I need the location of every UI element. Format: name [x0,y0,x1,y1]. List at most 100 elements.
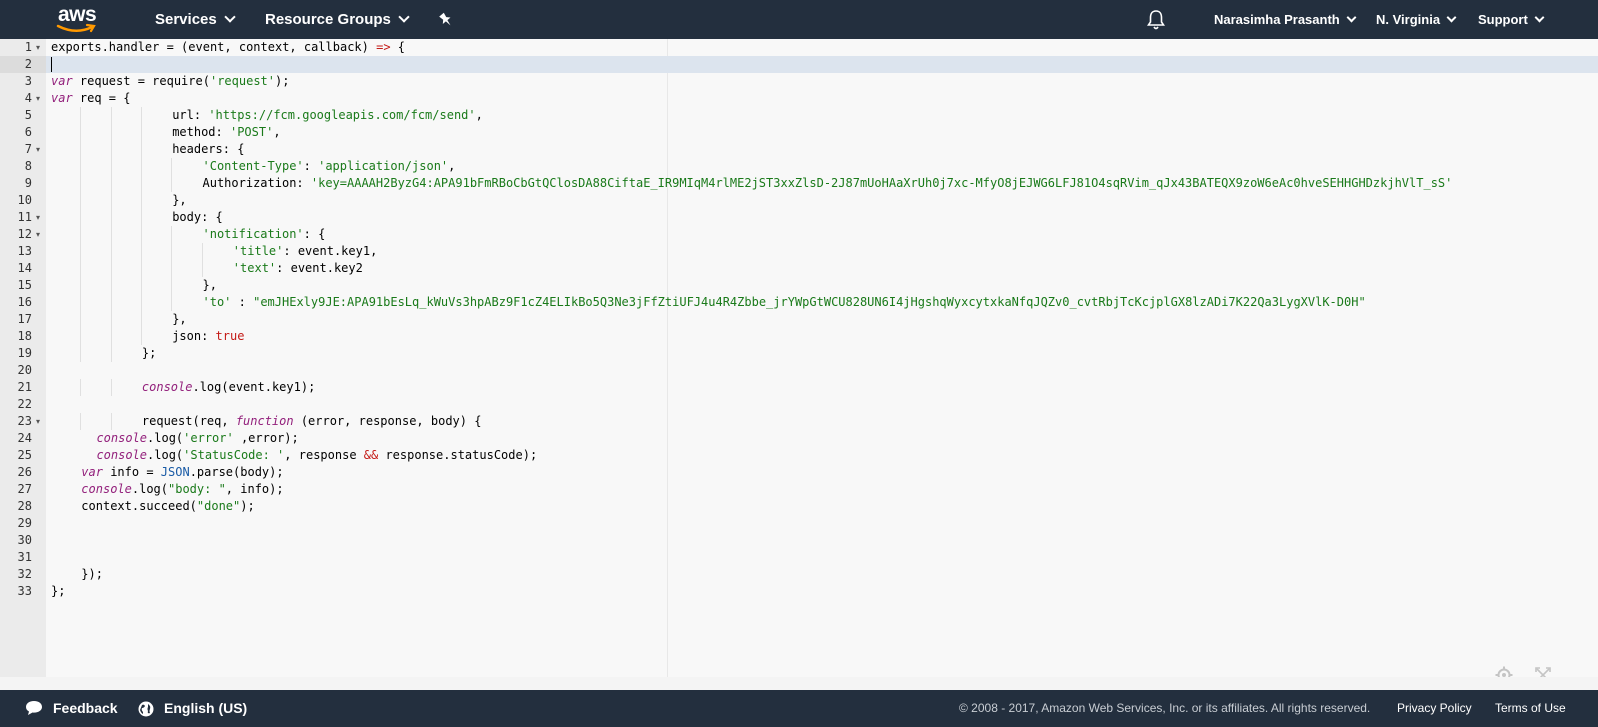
code-line[interactable]: 27 console.log("body: ", info); [0,481,1598,498]
line-number: 9 [24,176,32,190]
indent-guide [201,243,203,260]
bell-icon[interactable] [1146,9,1166,31]
code-text: console.log('error' ,error); [96,431,299,445]
code-text: 'text': event.key2 [232,261,363,275]
terms-of-use-link[interactable]: Terms of Use [1495,690,1566,727]
line-number: 30 [17,533,32,547]
code-text: Authorization: 'key=AAAAH2ByzG4:APA91bFm… [202,176,1453,190]
code-line[interactable]: 18 json: true [0,328,1598,345]
code-line[interactable]: 22 [0,396,1598,413]
indent-guide [140,243,142,260]
code-line[interactable]: 9 Authorization: 'key=AAAAH2ByzG4:APA91bF… [0,175,1598,192]
fold-toggle-icon[interactable]: ▾ [36,209,44,226]
code-editor[interactable]: 1 ▾ exports.handler = (event, context, cal… [0,39,1598,677]
code-line[interactable]: 24 console.log('error' ,error); [0,430,1598,447]
indent-guide [110,192,112,209]
fold-toggle-icon[interactable]: ▾ [36,90,44,107]
support-menu[interactable]: Support [1478,0,1545,39]
code-text: }); [81,567,103,581]
indent-guide [171,158,173,175]
resource-groups-menu[interactable]: Resource Groups [265,0,410,39]
code-text: console.log(event.key1); [141,380,316,394]
code-line[interactable]: 6 method: 'POST', [0,124,1598,141]
code-text: }, [172,312,187,326]
code-line[interactable]: 30 [0,532,1598,549]
code-line[interactable]: 28 context.succeed("done"); [0,498,1598,515]
code-line[interactable]: 33}; [0,583,1598,600]
code-line[interactable]: 7 ▾ headers: { [0,141,1598,158]
line-number: 2 [24,57,32,71]
code-text: var request = require('request'); [51,74,290,88]
code-line[interactable]: 16 'to' : "emJHExly9JE:APA91bEsLq_kWuVs3h… [0,294,1598,311]
account-menu[interactable]: Narasimha Prasanth [1214,0,1357,39]
code-text: 'title': event.key1, [232,244,378,258]
code-text: }, [172,193,187,207]
indent-guide [171,260,173,277]
feedback-button[interactable]: Feedback [25,690,118,727]
indent-guide [80,124,82,141]
line-number: 17 [17,312,32,326]
line-number: 23 [17,414,32,428]
code-line[interactable]: 15}, [0,277,1598,294]
indent-guide [80,277,82,294]
indent-guide [140,294,142,311]
code-line[interactable]: 11 ▾ body: { [0,209,1598,226]
indent-guide [80,226,82,243]
code-line[interactable]: 19}; [0,345,1598,362]
line-number: 4 [24,91,32,105]
code-line[interactable]: 3 var request = require('request'); [0,73,1598,90]
fold-toggle-icon[interactable]: ▾ [36,413,44,430]
code-text: }; [141,346,157,360]
fold-toggle-icon[interactable]: ▾ [36,39,44,56]
code-line[interactable]: 14 'text': event.key2 [0,260,1598,277]
code-line[interactable]: 32}); [0,566,1598,583]
line-number: 26 [17,465,32,479]
line-number: 13 [17,244,32,258]
indent-guide [110,345,112,362]
fold-toggle-icon[interactable]: ▾ [36,141,44,158]
code-line[interactable]: 5 url: 'https://fcm.googleapis.com/fcm/se… [0,107,1598,124]
indent-guide [171,226,173,243]
indent-guide [140,192,142,209]
code-line[interactable]: 8 'Content-Type': 'application/json', [0,158,1598,175]
services-menu[interactable]: Services [155,0,236,39]
code-line[interactable]: 13 'title': event.key1, [0,243,1598,260]
code-line[interactable]: 25 console.log('StatusCode: ', response &… [0,447,1598,464]
code-line[interactable]: 20 [0,362,1598,379]
indent-guide [80,413,82,430]
code-text: context.succeed("done"); [81,499,255,513]
fold-toggle-icon[interactable]: ▾ [36,226,44,243]
code-line[interactable]: 17}, [0,311,1598,328]
expand-icon[interactable] [1535,667,1551,677]
privacy-policy-link[interactable]: Privacy Policy [1397,690,1472,727]
code-text: method: 'POST', [172,125,281,139]
code-line[interactable]: 1 ▾ exports.handler = (event, context, cal… [0,39,1598,56]
code-line[interactable]: 12 ▾ 'notification': { [0,226,1598,243]
code-line[interactable]: 26 var info = JSON.parse(body); [0,464,1598,481]
gear-icon[interactable] [1495,666,1513,677]
line-number: 7 [24,142,32,156]
code-line[interactable]: 31 [0,549,1598,566]
line-number: 10 [17,193,32,207]
line-number: 5 [24,108,32,122]
indent-guide [80,209,82,226]
code-line[interactable]: 4 ▾ var req = { [0,90,1598,107]
indent-guide [80,192,82,209]
aws-logo[interactable]: aws [56,3,102,35]
indent-guide [80,294,82,311]
indent-guide [110,226,112,243]
line-number: 12 [17,227,32,241]
line-number: 33 [17,584,32,598]
code-line[interactable]: 2 [0,56,1598,73]
pin-icon[interactable] [436,10,456,30]
code-line[interactable]: 23 ▾ request(req, function (error, respons… [0,413,1598,430]
indent-guide [140,124,142,141]
code-text: }, [202,278,217,292]
region-menu[interactable]: N. Virginia [1376,0,1457,39]
indent-guide [171,277,173,294]
code-line[interactable]: 21 console.log(event.key1); [0,379,1598,396]
code-line[interactable]: 10}, [0,192,1598,209]
indent-guide [171,243,173,260]
code-line[interactable]: 29 [0,515,1598,532]
language-selector[interactable]: English (US) [138,690,247,727]
